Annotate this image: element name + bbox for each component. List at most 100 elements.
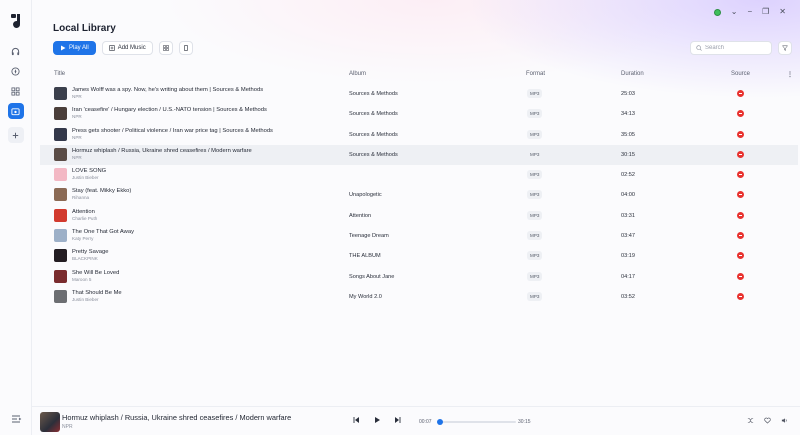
sidebar-item-listen[interactable] bbox=[8, 43, 24, 59]
shuffle-icon[interactable] bbox=[747, 417, 754, 424]
play-icon bbox=[61, 45, 66, 51]
source-badge-icon[interactable] bbox=[737, 171, 744, 179]
header-album[interactable]: Album bbox=[349, 71, 366, 77]
play-all-button[interactable]: Play All bbox=[53, 41, 96, 55]
column-menu-icon[interactable]: ⋮ bbox=[787, 71, 793, 78]
plus-icon bbox=[12, 132, 19, 138]
track-artist: Justin Bieber bbox=[72, 296, 99, 302]
source-badge-icon[interactable] bbox=[737, 211, 744, 219]
play-icon[interactable] bbox=[373, 416, 381, 424]
sidebar-collapse-icon[interactable] bbox=[10, 413, 22, 425]
volume-icon[interactable] bbox=[781, 417, 788, 424]
player-extra-controls bbox=[747, 417, 788, 424]
add-music-label: Add Music bbox=[117, 45, 146, 51]
track-artist: Maroon 5 bbox=[72, 276, 92, 282]
track-artist: NPR bbox=[72, 114, 82, 120]
playback-controls bbox=[352, 416, 402, 424]
grid-icon bbox=[11, 86, 20, 96]
source-badge-icon[interactable] bbox=[737, 110, 744, 118]
status-dot[interactable] bbox=[713, 8, 721, 16]
track-format-badge: MP3 bbox=[527, 129, 543, 139]
table-row[interactable]: Stay (feat. Mikky Ekko) Rihanna Unapologet… bbox=[40, 185, 798, 205]
track-album: My World 2.0 bbox=[349, 293, 382, 300]
track-album: Attention bbox=[349, 212, 372, 219]
track-artist: Charlie Puth bbox=[72, 215, 98, 221]
grid-view-icon bbox=[162, 45, 169, 51]
mobile-view-button[interactable] bbox=[178, 41, 193, 55]
table-row[interactable]: The One That Got Away Katy Perry Teenage D… bbox=[40, 226, 798, 246]
track-duration: 03:52 bbox=[621, 293, 635, 300]
track-album: Sources & Methods bbox=[349, 111, 398, 118]
progress-track[interactable] bbox=[437, 418, 516, 425]
table-row[interactable]: James Wolff was a spy. Now, he's writing… bbox=[40, 84, 798, 104]
now-playing-cover[interactable] bbox=[40, 412, 60, 432]
track-cover bbox=[54, 229, 67, 243]
filter-button[interactable] bbox=[778, 41, 792, 55]
header-source[interactable]: Source bbox=[731, 71, 750, 77]
minimize-button[interactable]: − bbox=[747, 8, 752, 16]
track-duration: 02:52 bbox=[621, 172, 635, 179]
track-format-badge: MP3 bbox=[527, 251, 543, 261]
source-badge-icon[interactable] bbox=[737, 252, 744, 260]
heart-icon[interactable] bbox=[764, 417, 771, 424]
track-album: Songs About Jane bbox=[349, 273, 395, 280]
header-format[interactable]: Format bbox=[526, 71, 545, 77]
add-music-button[interactable]: Add Music bbox=[101, 41, 153, 55]
table-row[interactable]: Hormuz whiplash / Russia, Ukraine shred … bbox=[40, 144, 798, 166]
search-box[interactable] bbox=[690, 41, 772, 55]
track-artist: Justin Bieber bbox=[72, 175, 99, 181]
progress-handle[interactable] bbox=[437, 418, 444, 425]
maximize-button[interactable]: ❐ bbox=[762, 8, 769, 16]
header-duration[interactable]: Duration bbox=[621, 71, 644, 77]
table-row[interactable]: That Should Be Me Justin Bieber My World 2… bbox=[40, 287, 798, 307]
track-text: She Will Be Loved Maroon 5 bbox=[72, 270, 119, 283]
track-duration: 03:47 bbox=[621, 233, 635, 240]
sidebar-add-button[interactable] bbox=[7, 127, 24, 143]
table-row[interactable]: Iran 'ceasefire' / Hungary election / U.… bbox=[40, 104, 798, 124]
source-badge-icon[interactable] bbox=[737, 272, 744, 280]
track-title-cell: Pretty Savage BLACKPINK bbox=[54, 249, 108, 263]
app-window: ⌄ − ❐ ✕ Local Library Play All Add Music… bbox=[0, 0, 800, 435]
grid-view-button[interactable] bbox=[158, 41, 173, 55]
track-artist: BLACKPINK bbox=[72, 256, 98, 262]
table-row[interactable]: Press gets shooter / Political violence … bbox=[40, 125, 798, 145]
source-badge-icon[interactable] bbox=[737, 90, 744, 97]
track-text: Press gets shooter / Political violence … bbox=[72, 128, 273, 141]
track-format-badge: MP3 bbox=[527, 291, 543, 301]
track-cover bbox=[54, 87, 67, 100]
sidebar bbox=[0, 0, 32, 435]
header-title[interactable]: Title bbox=[54, 71, 65, 77]
source-badge-icon[interactable] bbox=[737, 150, 744, 158]
table-row[interactable]: Attention Charlie Puth Attention MP3 03:31 bbox=[40, 206, 798, 226]
track-text: Stay (feat. Mikky Ekko) Rihanna bbox=[72, 188, 131, 201]
track-cover bbox=[54, 289, 67, 303]
track-table: Title Album Format Duration Source ⋮ Jam… bbox=[40, 66, 798, 307]
player-bar: Hormuz whiplash / Russia, Ukraine shred … bbox=[32, 406, 800, 435]
table-row[interactable]: Pretty Savage BLACKPINK THE ALBUM MP3 03:19 bbox=[40, 246, 798, 266]
close-button[interactable]: ✕ bbox=[779, 8, 786, 16]
search-input[interactable] bbox=[705, 45, 765, 51]
track-title-cell: Stay (feat. Mikky Ekko) Rihanna bbox=[54, 188, 131, 202]
track-title-cell: LOVE SONG Justin Bieber bbox=[54, 168, 106, 182]
source-badge-icon[interactable] bbox=[737, 130, 744, 138]
dropdown-chevron-icon[interactable]: ⌄ bbox=[731, 8, 738, 16]
sidebar-item-discover[interactable] bbox=[8, 63, 24, 79]
track-album: Sources & Methods bbox=[349, 151, 398, 158]
track-format-badge: MP3 bbox=[527, 210, 543, 220]
source-badge-icon[interactable] bbox=[737, 292, 744, 300]
previous-icon[interactable] bbox=[352, 416, 360, 424]
total-time: 30:15 bbox=[518, 419, 531, 425]
sidebar-nav bbox=[7, 43, 24, 143]
source-badge-icon[interactable] bbox=[737, 191, 744, 199]
source-badge-icon[interactable] bbox=[737, 232, 744, 240]
track-format-badge: MP3 bbox=[527, 190, 543, 200]
next-icon[interactable] bbox=[394, 416, 402, 424]
track-title: Press gets shooter / Political violence … bbox=[72, 127, 273, 134]
table-row[interactable]: LOVE SONG Justin Bieber MP3 02:52 bbox=[40, 165, 798, 185]
sidebar-item-library-grid[interactable] bbox=[8, 83, 24, 99]
track-album: Teenage Dream bbox=[349, 233, 389, 240]
track-artist: NPR bbox=[72, 134, 82, 140]
sidebar-item-local-library[interactable] bbox=[7, 103, 24, 119]
table-row[interactable]: She Will Be Loved Maroon 5 Songs About Jan… bbox=[40, 267, 798, 287]
track-cover bbox=[54, 208, 67, 222]
